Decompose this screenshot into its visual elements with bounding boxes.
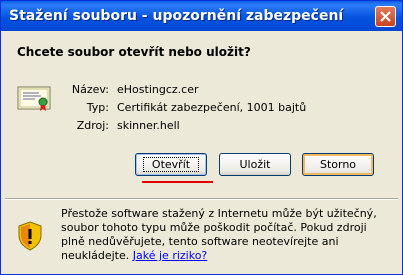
cancel-button[interactable]: Storno <box>302 153 374 176</box>
file-type-value: Certifikát zabezpečení, 1001 bajtů <box>117 101 307 114</box>
dialog-body: Chcete soubor otevřít nebo uložit? Název… <box>5 31 398 270</box>
security-shield-icon <box>18 221 42 251</box>
file-type-label: Typ: <box>86 101 109 114</box>
warning-text: Přestože software stažený z Internetu mů… <box>61 207 377 262</box>
download-dialog: Stažení souboru - upozornění zabezpečení… <box>0 0 403 275</box>
download-question: Chcete soubor otevřít nebo uložit? <box>17 45 251 59</box>
file-source-value: skinner.hell <box>117 119 180 132</box>
save-button[interactable]: Uložit <box>219 153 291 176</box>
certificate-icon <box>17 86 51 111</box>
dialog-title: Stažení souboru - upozornění zabezpečení <box>9 8 344 24</box>
file-name-label: Název: <box>71 83 109 96</box>
open-button[interactable]: Otevřít <box>135 153 207 176</box>
security-warning: Přestože software stažený z Internetu mů… <box>61 207 391 263</box>
close-icon <box>380 11 391 22</box>
title-bar[interactable]: Stažení souboru - upozornění zabezpečení <box>1 1 402 31</box>
file-source-label: Zdroj: <box>76 119 109 132</box>
open-button-label: Otevřít <box>142 157 200 172</box>
risk-info-link[interactable]: Jaké je riziko? <box>133 249 208 262</box>
separator-highlight <box>5 199 398 200</box>
highlight-underline <box>142 181 213 183</box>
file-name-value: eHostingcz.cer <box>117 83 199 96</box>
close-button[interactable] <box>375 6 396 27</box>
